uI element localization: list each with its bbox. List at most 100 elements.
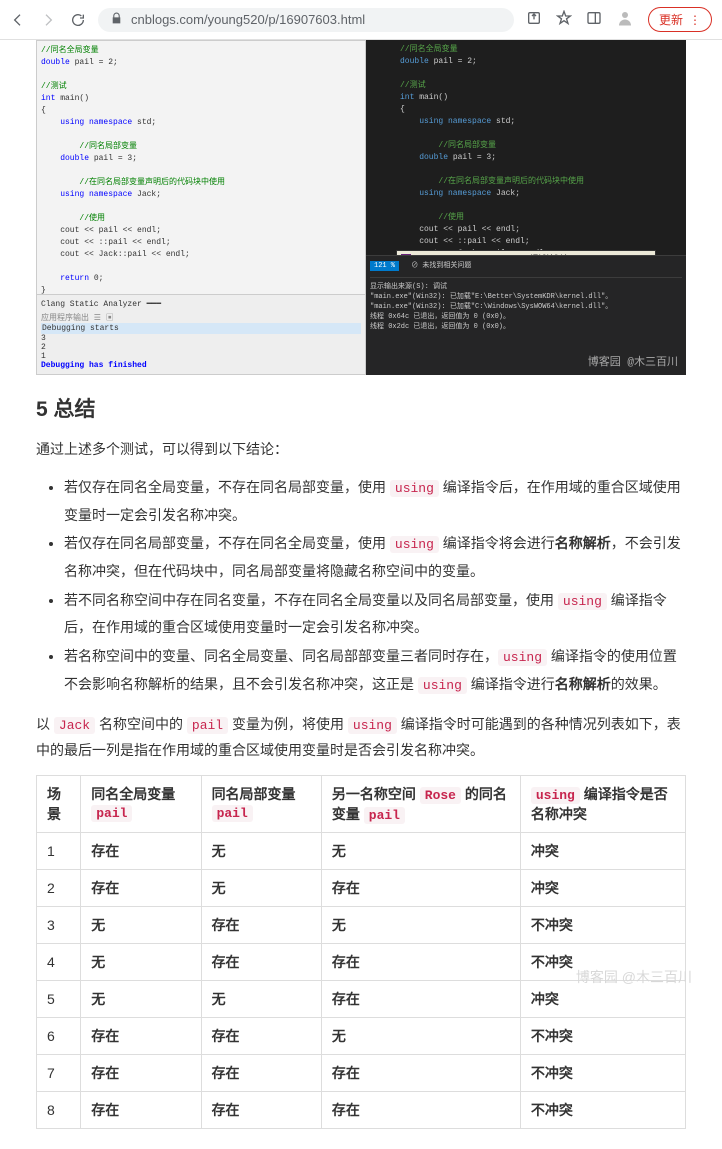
table-body: 1存在无无冲突2存在无存在冲突3无存在无不冲突4无存在存在不冲突5无无存在冲突6… [37, 832, 686, 1128]
table-cell: 存在 [321, 980, 520, 1017]
table-cell: 不冲突 [520, 906, 685, 943]
profile-icon[interactable] [616, 9, 634, 30]
code: //同名局部变量 [60, 142, 137, 151]
table-row: 3无存在无不冲突 [37, 906, 686, 943]
table-cell: 存在 [81, 1017, 201, 1054]
table-cell: 存在 [201, 1017, 321, 1054]
nav-controls [10, 12, 86, 28]
table-cell: 存在 [321, 943, 520, 980]
code: cout << Jack::pail << endl; [41, 249, 361, 261]
code: cout << ::pail << endl; [400, 236, 682, 248]
code-using: using [348, 717, 397, 734]
intro-paragraph: 通过上述多个测试，可以得到以下结论： [36, 437, 686, 462]
image-watermark: 博客园 @木三百川 [588, 353, 678, 369]
table-cell: 冲突 [520, 869, 685, 906]
table-cell: 7 [37, 1054, 81, 1091]
update-button[interactable]: 更新⋮ [648, 7, 712, 32]
table-cell: 存在 [81, 1054, 201, 1091]
table-cell: 无 [321, 906, 520, 943]
list-item: 若仅存在同名全局变量，不存在同名局部变量，使用 using 编译指令后，在作用域… [64, 474, 686, 528]
table-cell: 8 [37, 1091, 81, 1128]
tabs: 问题 2 Search R… 3 应用程序… 4 编译输出 5 Debugger… [41, 373, 361, 375]
browser-toolbar: cnblogs.com/young520/p/16907603.html 更新⋮ [0, 0, 722, 40]
table-cell: 无 [81, 943, 201, 980]
code-using: using [390, 536, 439, 553]
table-intro: 以 Jack 名称空间中的 pail 变量为例，将使用 using 编译指令时可… [36, 712, 686, 763]
th-scene: 场景 [37, 775, 81, 832]
table-cell: 无 [201, 980, 321, 1017]
star-icon[interactable] [556, 10, 572, 29]
th-other-ns: 另一名称空间 Rose 的同名变量 pail [321, 775, 520, 832]
kebab-icon: ⋮ [689, 13, 701, 27]
table-cell: 2 [37, 869, 81, 906]
reload-icon[interactable] [70, 12, 86, 28]
code-using: using [498, 649, 547, 666]
code: //同名全局变量 [400, 45, 458, 54]
zoom-status: 121 % [370, 261, 399, 271]
table-row: 6存在存在无不冲突 [37, 1017, 686, 1054]
table-cell: 无 [321, 832, 520, 869]
code: cout << ::pail << endl; [41, 237, 361, 249]
table-cell: 6 [37, 1017, 81, 1054]
table-cell: 存在 [201, 943, 321, 980]
out: 线程 0x64c 已退出，返回值为 0 (0x0)。 [370, 311, 682, 321]
table-cell: 存在 [81, 832, 201, 869]
code-pail: pail [91, 805, 132, 822]
out: "main.exe"(Win32): 已加载"C:\Windows\SysWOW… [370, 301, 682, 311]
table-cell: 冲突 [520, 832, 685, 869]
table-cell: 存在 [81, 1091, 201, 1128]
code: //测试 [41, 82, 67, 91]
table-cell: 无 [81, 980, 201, 1017]
ide-light-output: Clang Static Analyzer ━━━ 应用程序输出 ☰ ▣ Deb… [37, 294, 365, 374]
out: "main.exe"(Win32): 已加载"E:\Better\SystemK… [370, 291, 682, 301]
table-cell: 4 [37, 943, 81, 980]
section-heading: 5 总结 [36, 393, 686, 423]
table-cell: 1 [37, 832, 81, 869]
dbg: Debugging starts [41, 323, 361, 334]
ide-light-screenshot: //同名全局变量 double pail = 2; //测试 int main(… [36, 40, 366, 375]
code-using: using [390, 480, 439, 497]
ide-dark-screenshot: //同名全局变量 double pail = 2; //测试 int main(… [366, 40, 686, 375]
table-row: 1存在无无冲突 [37, 832, 686, 869]
back-icon[interactable] [10, 12, 26, 28]
dbg: 2 [41, 343, 361, 352]
out: 线程 0x2dc 已退出，返回值为 0 (0x0)。 [370, 321, 682, 331]
code-using: using [418, 677, 467, 694]
forward-icon[interactable] [40, 12, 56, 28]
table-cell: 存在 [201, 906, 321, 943]
code: //同名全局变量 [41, 46, 99, 55]
conclusion-list: 若仅存在同名全局变量，不存在同名局部变量，使用 using 编译指令后，在作用域… [36, 474, 686, 698]
toolbar-right: 更新⋮ [526, 7, 712, 32]
code: //测试 [400, 81, 426, 90]
table-row: 4无存在存在不冲突 [37, 943, 686, 980]
table-cell: 存在 [321, 869, 520, 906]
table-cell: 无 [81, 906, 201, 943]
th-conflict: using 编译指令是否名称冲突 [520, 775, 685, 832]
code: //在同名局部变量声明后的代码块中使用 [60, 178, 225, 187]
ide-dark-output: 121 % ⊘ 未找到相关问题 显示输出来源(S): 调试 "main.exe"… [366, 255, 686, 375]
table-cell: 存在 [201, 1091, 321, 1128]
code-rose: Rose [420, 787, 461, 804]
analyzer-line: Clang Static Analyzer ━━━ [41, 299, 361, 309]
table-cell: 不冲突 [520, 1017, 685, 1054]
url-text: cnblogs.com/young520/p/16907603.html [131, 12, 365, 27]
code: cout << pail << endl; [400, 224, 682, 236]
table-cell: 不冲突 [520, 1091, 685, 1128]
table-cell: 无 [201, 832, 321, 869]
lock-icon [110, 12, 123, 28]
table-row: 2存在无存在冲突 [37, 869, 686, 906]
address-bar[interactable]: cnblogs.com/young520/p/16907603.html [98, 8, 514, 32]
dbg: 1 [41, 352, 361, 361]
panel-icon[interactable] [586, 10, 602, 29]
th-local: 同名局部变量 pail [201, 775, 321, 832]
table-header-row: 场景 同名全局变量 pail 同名局部变量 pail 另一名称空间 Rose 的… [37, 775, 686, 832]
table-cell: 不冲突 [520, 1054, 685, 1091]
code-pail: pail [187, 717, 228, 734]
table-cell: 存在 [81, 869, 201, 906]
dbg: Debugging has finished [41, 361, 361, 370]
table-row: 7存在存在存在不冲突 [37, 1054, 686, 1091]
code: //使用 [419, 213, 464, 222]
share-icon[interactable] [526, 10, 542, 29]
table-cell: 5 [37, 980, 81, 1017]
list-item: 若名称空间中的变量、同名全局变量、同名局部部变量三者同时存在，using 编译指… [64, 643, 686, 698]
